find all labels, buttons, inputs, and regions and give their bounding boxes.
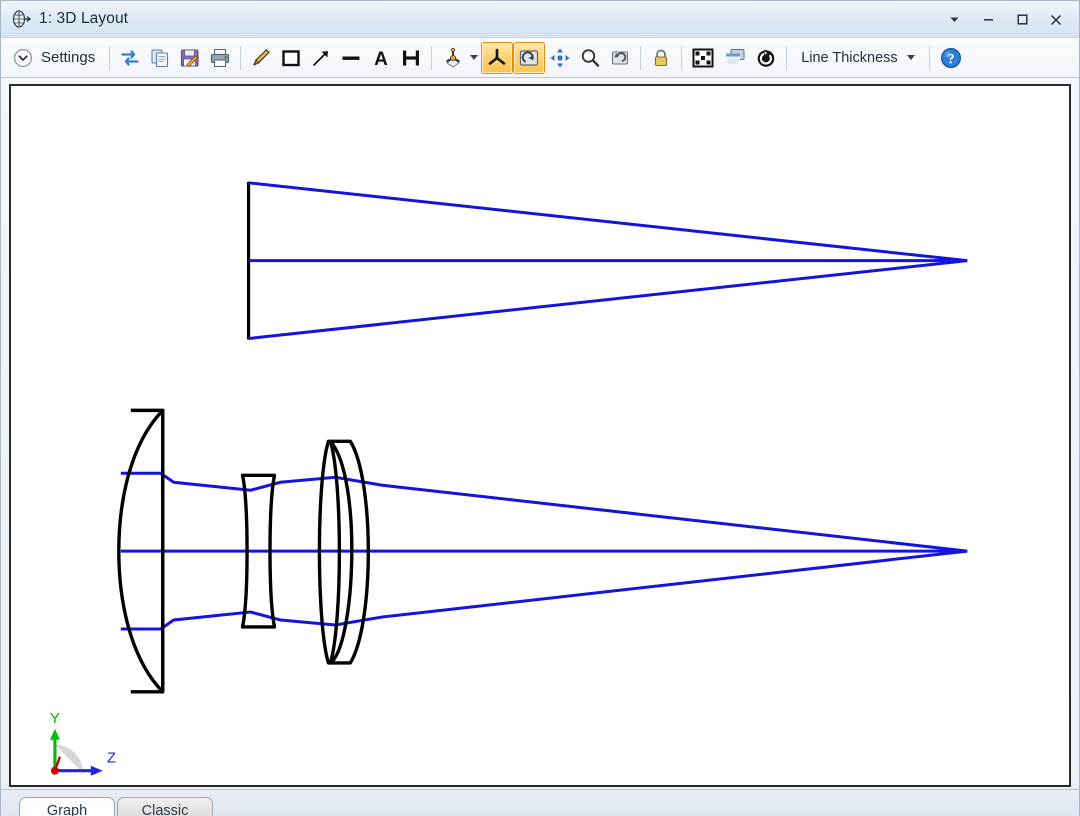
maximize-button[interactable] [1005,5,1039,35]
svg-text:A: A [374,49,388,69]
rectangle-icon [280,47,302,69]
window-arrange-button[interactable] [719,42,751,74]
rotate-view-icon [517,46,541,70]
title-bar: 1: 3D Layout [1,1,1079,38]
line-thickness-button[interactable]: Line Thickness [792,42,923,74]
bottom-tab-strip: Graph Classic [1,789,1079,816]
dimension-h-icon [400,47,422,69]
render-mode-dropdown[interactable] [467,42,481,74]
refresh-button[interactable] [115,42,145,74]
copy-button[interactable] [145,42,175,74]
toolbar-separator [786,46,787,70]
zoom-button[interactable] [575,42,605,74]
print-button[interactable] [205,42,235,74]
rotate-view-button[interactable] [513,42,545,74]
lower-system [119,410,967,691]
line-thickness-label: Line Thickness [801,50,897,66]
add-text-button[interactable]: A [366,42,396,74]
reset-view-button[interactable] [605,42,635,74]
toolbar-separator [109,46,110,70]
printer-icon [209,47,231,69]
render-mode-button[interactable] [437,42,467,74]
y-axis-arrowhead [50,729,60,740]
chevron-down-icon [907,55,915,60]
chevron-down-circle-icon [12,47,34,69]
app-window: 1: 3D Layout Settings [0,0,1080,816]
minimize-button[interactable] [971,5,1005,35]
save-edit-icon [179,47,201,69]
save-button[interactable] [175,42,205,74]
tab-graph[interactable]: Graph [19,797,115,816]
tab-graph-label: Graph [47,803,87,816]
refresh-arrows-icon [119,47,141,69]
chevron-down-icon [470,55,478,60]
rotate-axes-button[interactable] [481,42,513,74]
settings-button[interactable]: Settings [7,42,104,74]
undo-view-icon [609,47,631,69]
upper-system [249,182,968,340]
layout-canvas[interactable]: Y Z 20 mm [9,84,1071,787]
help-question-icon: ? [939,46,963,70]
copy-icon [149,47,171,69]
arrow-icon [310,47,332,69]
titlebar-dropdown-button[interactable] [937,5,971,35]
axes-tripod-icon [485,46,509,70]
toolbar-separator [240,46,241,70]
lock-icon [650,47,672,69]
measure-button[interactable] [396,42,426,74]
tab-classic-label: Classic [142,803,189,816]
toolbar-separator [640,46,641,70]
window-title: 1: 3D Layout [39,10,128,28]
draw-arrow-button[interactable] [306,42,336,74]
fit-extents-icon [691,46,715,70]
layout-drawing: Y Z 20 mm [11,86,1069,785]
refresh-view-button[interactable] [751,42,781,74]
upper-marginal-ray-top [249,183,968,261]
toolbar-separator [431,46,432,70]
upper-marginal-ray-bottom [249,261,968,339]
draw-line-button[interactable] [246,42,276,74]
close-button[interactable] [1039,5,1073,35]
z-axis-label: Z [107,750,116,767]
z-axis-arrowhead [91,766,103,776]
window-controls [937,1,1073,38]
toolbar-separator [681,46,682,70]
pan-button[interactable] [545,42,575,74]
windows-cascade-icon [723,47,747,69]
draw-segment-button[interactable] [336,42,366,74]
toolbar: Settings [1,38,1079,78]
pan-arrows-icon [549,47,571,69]
zoom-extents-button[interactable] [687,42,719,74]
svg-text:?: ? [947,51,954,67]
circular-refresh-icon [755,47,777,69]
axis-indicator: Y Z [50,710,116,776]
y-axis-label: Y [50,710,60,727]
3d-shaded-icon [442,47,466,69]
line-icon [340,47,362,69]
canvas-container: Y Z 20 mm [1,78,1079,789]
help-button[interactable]: ? [935,42,967,74]
toolbar-separator [929,46,930,70]
lock-button[interactable] [646,42,676,74]
draw-rect-button[interactable] [276,42,306,74]
pencil-icon [250,47,272,69]
lens-3d-icon [9,8,31,30]
text-a-icon: A [370,47,392,69]
settings-label: Settings [41,49,95,66]
magnifier-icon [579,47,601,69]
tab-classic[interactable]: Classic [117,797,213,816]
